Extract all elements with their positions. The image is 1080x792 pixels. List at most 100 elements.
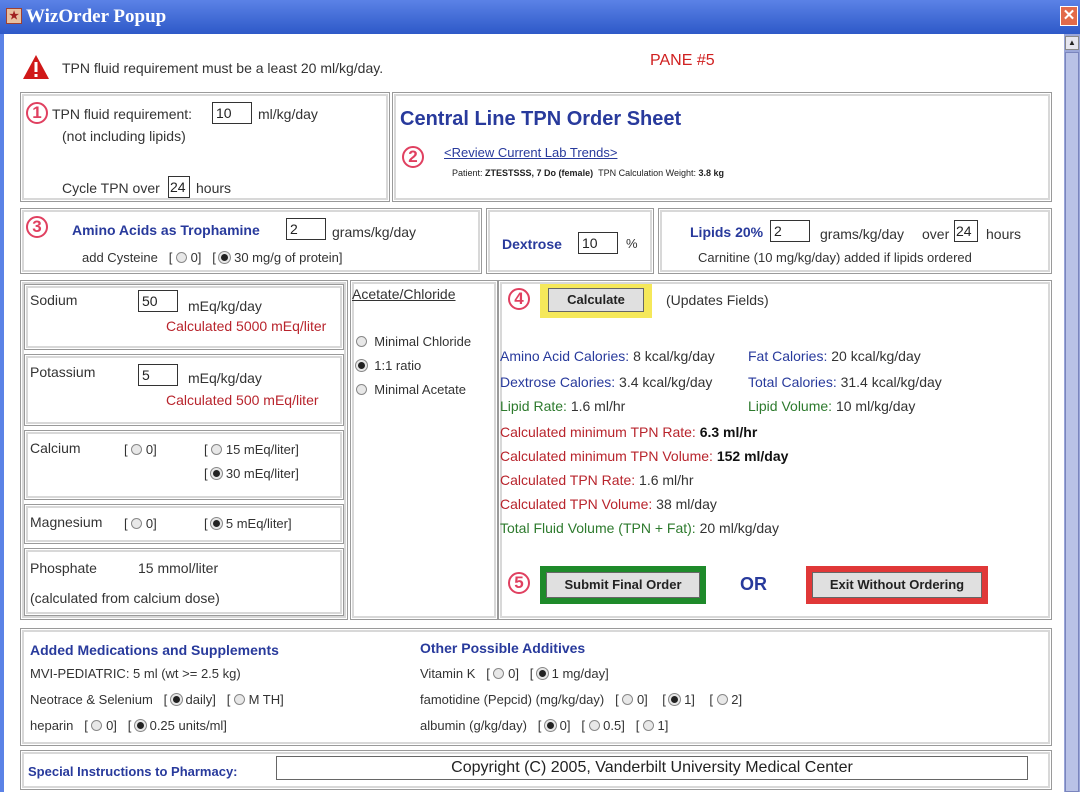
neotrace-daily-radio[interactable] bbox=[170, 694, 182, 705]
special-instructions-input[interactable]: Copyright (C) 2005, Vanderbilt Universit… bbox=[276, 756, 1028, 780]
total-calories-label: Total Calories: bbox=[748, 374, 837, 390]
step-1-badge: 1 bbox=[26, 102, 48, 124]
minimal-chloride-option: Minimal Chloride bbox=[356, 334, 471, 349]
close-button[interactable]: ✕ bbox=[1060, 6, 1078, 26]
famotidine-1-radio[interactable] bbox=[669, 694, 681, 705]
calculate-button[interactable]: Calculate bbox=[548, 288, 644, 312]
albumin-0-radio[interactable] bbox=[545, 720, 557, 731]
famotidine-2-label: 2] bbox=[731, 692, 743, 707]
phosphate-value: 15 mmol/liter bbox=[138, 560, 219, 576]
ratio-radio[interactable] bbox=[356, 360, 367, 371]
fat-calories: Fat Calories: 20 kcal/kg/day bbox=[748, 348, 921, 364]
albumin-05-radio[interactable] bbox=[588, 720, 600, 731]
dextrose-input[interactable] bbox=[578, 232, 618, 254]
dextrose-calories-label: Dextrose Calories: bbox=[500, 374, 616, 390]
albumin-1-radio[interactable] bbox=[642, 720, 654, 731]
tpn-rate-value: 1.6 ml/hr bbox=[639, 472, 694, 488]
magnesium-label: Magnesium bbox=[30, 514, 103, 530]
famotidine-2-radio[interactable] bbox=[716, 694, 728, 705]
calcium-15-radio[interactable] bbox=[211, 444, 223, 455]
amino-unit: grams/kg/day bbox=[332, 224, 417, 240]
magnesium-0-option: [ 0] bbox=[124, 516, 157, 531]
heparin-025-radio[interactable] bbox=[134, 720, 146, 731]
vitamin-k-0-radio[interactable] bbox=[493, 668, 505, 679]
cysteine-0-radio[interactable] bbox=[175, 252, 187, 263]
lipid-rate-value: 1.6 ml/hr bbox=[570, 398, 626, 414]
step-4-badge: 4 bbox=[508, 288, 530, 310]
tpn-rate-label: Calculated TPN Rate: bbox=[500, 472, 636, 488]
fluid-requirement-input[interactable] bbox=[212, 102, 252, 124]
additives-title: Other Possible Additives bbox=[420, 640, 586, 656]
amino-acid-calories-value: 8 kcal/kg/day bbox=[633, 348, 715, 364]
minimal-acetate-radio[interactable] bbox=[356, 384, 367, 395]
famotidine-row: famotidine (Pepcid) (mg/kg/day) [ 0] [ 1… bbox=[420, 692, 743, 707]
scroll-thumb[interactable] bbox=[1065, 52, 1079, 792]
minimum-tpn-rate: Calculated minimum TPN Rate: 6.3 ml/hr bbox=[500, 424, 757, 440]
review-lab-trends-link[interactable]: <Review Current Lab Trends> bbox=[444, 145, 617, 160]
vertical-scrollbar[interactable]: ▲ bbox=[1064, 34, 1080, 792]
special-instructions-label: Special Instructions to Pharmacy: bbox=[28, 764, 238, 779]
ratio-option: 1:1 ratio bbox=[356, 358, 421, 373]
fat-calories-value: 20 kcal/kg/day bbox=[831, 348, 921, 364]
heparin-0-radio[interactable] bbox=[91, 720, 103, 731]
potassium-calculated: Calculated 500 mEq/liter bbox=[166, 392, 319, 408]
weight-value: 3.8 kg bbox=[698, 168, 724, 178]
vitamin-k-1-radio[interactable] bbox=[537, 668, 548, 679]
calculate-note: (Updates Fields) bbox=[666, 292, 769, 308]
app-icon: ★ bbox=[6, 8, 22, 24]
albumin-05-label: 0.5] bbox=[603, 718, 625, 733]
scroll-up-arrow-icon[interactable]: ▲ bbox=[1065, 36, 1079, 50]
amino-acids-input[interactable] bbox=[286, 218, 326, 240]
order-sheet-title: Central Line TPN Order Sheet bbox=[400, 108, 682, 130]
potassium-label: Potassium bbox=[30, 364, 96, 380]
amino-acids-label: Amino Acids as Trophamine bbox=[72, 222, 260, 238]
magnesium-0-radio[interactable] bbox=[131, 518, 143, 529]
famotidine-0-label: 0] bbox=[636, 692, 648, 707]
vitamin-k-label: Vitamin K bbox=[420, 666, 476, 681]
lipids-input[interactable] bbox=[770, 220, 810, 242]
step-5-badge: 5 bbox=[508, 572, 530, 594]
submit-final-order-button[interactable]: Submit Final Order bbox=[546, 572, 700, 598]
tpn-rate: Calculated TPN Rate: 1.6 ml/hr bbox=[500, 472, 694, 488]
minimal-chloride-label: Minimal Chloride bbox=[374, 334, 472, 349]
neotrace-mth-radio[interactable] bbox=[233, 694, 245, 705]
weight-label: TPN Calculation Weight: bbox=[598, 168, 696, 178]
total-fluid-volume: Total Fluid Volume (TPN + Fat): 20 ml/kg… bbox=[500, 520, 779, 536]
vitamin-k-0-label: 0] bbox=[508, 666, 519, 681]
potassium-input[interactable] bbox=[138, 364, 178, 386]
famotidine-1-label: 1] bbox=[684, 692, 695, 707]
magnesium-5-radio[interactable] bbox=[211, 518, 223, 529]
warning-text: TPN fluid requirement must be a least 20… bbox=[62, 60, 384, 76]
step-3-badge: 3 bbox=[26, 216, 48, 238]
total-calories-value: 31.4 kcal/kg/day bbox=[840, 374, 942, 390]
amino-acid-calories: Amino Acid Calories: 8 kcal/kg/day bbox=[500, 348, 715, 364]
cycle-hours-input[interactable] bbox=[168, 176, 190, 198]
dextrose-label: Dextrose bbox=[502, 236, 562, 252]
total-calories: Total Calories: 31.4 kcal/kg/day bbox=[748, 374, 942, 390]
exit-without-ordering-button[interactable]: Exit Without Ordering bbox=[812, 572, 982, 598]
minimum-tpn-volume-label: Calculated minimum TPN Volume: bbox=[500, 448, 713, 464]
calcium-30-radio[interactable] bbox=[211, 468, 223, 479]
minimal-chloride-radio[interactable] bbox=[356, 336, 367, 347]
minimum-tpn-volume: Calculated minimum TPN Volume: 152 ml/da… bbox=[500, 448, 788, 464]
sodium-unit: mEq/kg/day bbox=[188, 298, 262, 314]
cycle-label: Cycle TPN over bbox=[62, 180, 160, 196]
dextrose-calories: Dextrose Calories: 3.4 kcal/kg/day bbox=[500, 374, 712, 390]
minimal-acetate-option: Minimal Acetate bbox=[356, 382, 466, 397]
cysteine-30-radio[interactable] bbox=[219, 252, 231, 263]
fat-calories-label: Fat Calories: bbox=[748, 348, 828, 364]
sodium-calculated: Calculated 5000 mEq/liter bbox=[166, 318, 327, 334]
total-fluid-volume-label: Total Fluid Volume (TPN + Fat): bbox=[500, 520, 696, 536]
calcium-0-label: 0] bbox=[145, 442, 157, 457]
lipids-hours-input[interactable] bbox=[954, 220, 978, 242]
calcium-0-radio[interactable] bbox=[131, 444, 143, 455]
lipids-unit: grams/kg/day bbox=[820, 226, 905, 242]
amino-acid-calories-label: Amino Acid Calories: bbox=[500, 348, 630, 364]
magnesium-5-label: 5 mEq/liter] bbox=[225, 516, 292, 531]
mvi-pediatric: MVI-PEDIATRIC: 5 ml (wt >= 2.5 kg) bbox=[30, 666, 241, 681]
famotidine-0-radio[interactable] bbox=[622, 694, 634, 705]
sodium-input[interactable] bbox=[138, 290, 178, 312]
total-fluid-volume-value: 20 ml/kg/day bbox=[699, 520, 779, 536]
minimum-tpn-rate-label: Calculated minimum TPN Rate: bbox=[500, 424, 696, 440]
magnesium-0-label: 0] bbox=[145, 516, 157, 531]
